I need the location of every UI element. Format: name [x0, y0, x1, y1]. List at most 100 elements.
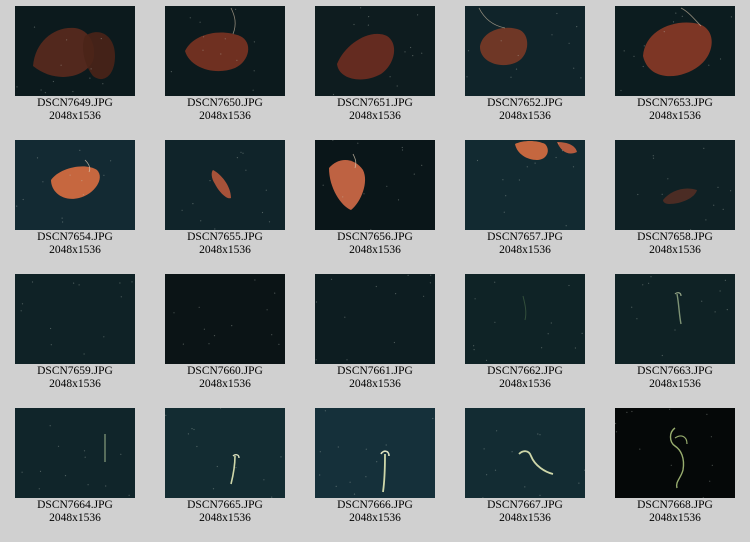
- photo-thumbnail-graphic: [15, 274, 135, 364]
- thumbnail-filename[interactable]: DSCN7658.JPG: [600, 231, 750, 244]
- thumbnail-filename[interactable]: DSCN7651.JPG: [300, 97, 450, 110]
- photo-thumbnail-graphic: [465, 408, 585, 498]
- thumbnail-image[interactable]: [615, 408, 735, 498]
- thumbnail-cell: DSCN7659.JPG 2048x1536: [0, 268, 150, 396]
- thumbnail-image[interactable]: [615, 140, 735, 230]
- thumbnail-dimensions: 2048x1536: [649, 378, 701, 390]
- thumbnail-filename[interactable]: DSCN7662.JPG: [450, 365, 600, 378]
- thumbnail-image[interactable]: [315, 274, 435, 364]
- thumbnail-dimensions: 2048x1536: [349, 512, 401, 524]
- thumbnail-cell: DSCN7652.JPG 2048x1536: [450, 0, 600, 128]
- thumbnail-cell: DSCN7661.JPG 2048x1536: [300, 268, 450, 396]
- thumbnail-image[interactable]: [465, 6, 585, 96]
- thumbnail-dimensions: 2048x1536: [649, 110, 701, 122]
- thumbnail-cell: DSCN7666.JPG 2048x1536: [300, 402, 450, 530]
- photo-thumbnail-graphic: [315, 140, 435, 230]
- photo-thumbnail-graphic: [15, 6, 135, 96]
- thumbnail-filename[interactable]: DSCN7661.JPG: [300, 365, 450, 378]
- thumbnail-filename[interactable]: DSCN7657.JPG: [450, 231, 600, 244]
- thumbnail-image[interactable]: [165, 140, 285, 230]
- thumbnail-cell: DSCN7660.JPG 2048x1536: [150, 268, 300, 396]
- thumbnail-dimensions: 2048x1536: [649, 244, 701, 256]
- thumbnail-dimensions: 2048x1536: [349, 110, 401, 122]
- thumbnail-image[interactable]: [315, 408, 435, 498]
- thumbnail-dimensions: 2048x1536: [499, 378, 551, 390]
- photo-thumbnail-graphic: [465, 274, 585, 364]
- thumbnail-filename[interactable]: DSCN7652.JPG: [450, 97, 600, 110]
- thumbnail-cell: DSCN7658.JPG 2048x1536: [600, 134, 750, 262]
- photo-thumbnail-graphic: [465, 140, 585, 230]
- thumbnail-image[interactable]: [315, 140, 435, 230]
- thumbnail-dimensions: 2048x1536: [649, 512, 701, 524]
- thumbnail-cell: DSCN7665.JPG 2048x1536: [150, 402, 300, 530]
- photo-thumbnail-graphic: [615, 274, 735, 364]
- thumbnail-cell: DSCN7651.JPG 2048x1536: [300, 0, 450, 128]
- thumbnail-cell: DSCN7649.JPG 2048x1536: [0, 0, 150, 128]
- photo-thumbnail-graphic: [165, 408, 285, 498]
- thumbnail-image[interactable]: [465, 140, 585, 230]
- photo-thumbnail-graphic: [615, 6, 735, 96]
- thumbnail-filename[interactable]: DSCN7664.JPG: [0, 499, 150, 512]
- thumbnail-image[interactable]: [165, 408, 285, 498]
- photo-thumbnail-graphic: [615, 408, 735, 498]
- thumbnail-image[interactable]: [615, 6, 735, 96]
- thumbnail-cell: DSCN7656.JPG 2048x1536: [300, 134, 450, 262]
- thumbnail-filename[interactable]: DSCN7655.JPG: [150, 231, 300, 244]
- thumbnail-dimensions: 2048x1536: [49, 378, 101, 390]
- thumbnail-filename[interactable]: DSCN7650.JPG: [150, 97, 300, 110]
- thumbnail-cell: DSCN7668.JPG 2048x1536: [600, 402, 750, 530]
- thumbnail-dimensions: 2048x1536: [49, 512, 101, 524]
- photo-thumbnail-graphic: [465, 6, 585, 96]
- thumbnail-dimensions: 2048x1536: [499, 110, 551, 122]
- photo-thumbnail-graphic: [165, 274, 285, 364]
- thumbnail-filename[interactable]: DSCN7649.JPG: [0, 97, 150, 110]
- thumbnail-dimensions: 2048x1536: [349, 378, 401, 390]
- thumbnail-image[interactable]: [465, 274, 585, 364]
- thumbnail-filename[interactable]: DSCN7666.JPG: [300, 499, 450, 512]
- thumbnail-dimensions: 2048x1536: [349, 244, 401, 256]
- thumbnail-image[interactable]: [615, 274, 735, 364]
- thumbnail-filename[interactable]: DSCN7668.JPG: [600, 499, 750, 512]
- photo-thumbnail-graphic: [165, 6, 285, 96]
- thumbnail-image[interactable]: [15, 6, 135, 96]
- thumbnail-image[interactable]: [15, 408, 135, 498]
- thumbnail-filename[interactable]: DSCN7665.JPG: [150, 499, 300, 512]
- thumbnail-image[interactable]: [15, 274, 135, 364]
- thumbnail-filename[interactable]: DSCN7653.JPG: [600, 97, 750, 110]
- thumbnail-cell: DSCN7654.JPG 2048x1536: [0, 134, 150, 262]
- thumbnail-cell: DSCN7650.JPG 2048x1536: [150, 0, 300, 128]
- thumbnail-dimensions: 2048x1536: [499, 512, 551, 524]
- thumbnail-dimensions: 2048x1536: [49, 244, 101, 256]
- thumbnail-dimensions: 2048x1536: [199, 244, 251, 256]
- photo-thumbnail-graphic: [315, 6, 435, 96]
- thumbnail-gallery: DSCN7649.JPG 2048x1536 DSCN7650.JPG 2048x15…: [0, 0, 750, 542]
- thumbnail-cell: DSCN7662.JPG 2048x1536: [450, 268, 600, 396]
- photo-thumbnail-graphic: [315, 274, 435, 364]
- thumbnail-filename[interactable]: DSCN7659.JPG: [0, 365, 150, 378]
- thumbnail-dimensions: 2048x1536: [49, 110, 101, 122]
- photo-thumbnail-graphic: [15, 140, 135, 230]
- thumbnail-filename[interactable]: DSCN7667.JPG: [450, 499, 600, 512]
- thumbnail-cell: DSCN7653.JPG 2048x1536: [600, 0, 750, 128]
- thumbnail-cell: DSCN7657.JPG 2048x1536: [450, 134, 600, 262]
- photo-thumbnail-graphic: [315, 408, 435, 498]
- thumbnail-dimensions: 2048x1536: [499, 244, 551, 256]
- thumbnail-filename[interactable]: DSCN7660.JPG: [150, 365, 300, 378]
- thumbnail-filename[interactable]: DSCN7663.JPG: [600, 365, 750, 378]
- thumbnail-dimensions: 2048x1536: [199, 512, 251, 524]
- thumbnail-image[interactable]: [165, 6, 285, 96]
- thumbnail-cell: DSCN7655.JPG 2048x1536: [150, 134, 300, 262]
- photo-thumbnail-graphic: [165, 140, 285, 230]
- thumbnail-image[interactable]: [315, 6, 435, 96]
- photo-thumbnail-graphic: [15, 408, 135, 498]
- thumbnail-filename[interactable]: DSCN7656.JPG: [300, 231, 450, 244]
- thumbnail-filename[interactable]: DSCN7654.JPG: [0, 231, 150, 244]
- thumbnail-cell: DSCN7664.JPG 2048x1536: [0, 402, 150, 530]
- thumbnail-image[interactable]: [165, 274, 285, 364]
- thumbnail-dimensions: 2048x1536: [199, 110, 251, 122]
- photo-thumbnail-graphic: [615, 140, 735, 230]
- thumbnail-image[interactable]: [465, 408, 585, 498]
- thumbnail-dimensions: 2048x1536: [199, 378, 251, 390]
- thumbnail-cell: DSCN7663.JPG 2048x1536: [600, 268, 750, 396]
- thumbnail-image[interactable]: [15, 140, 135, 230]
